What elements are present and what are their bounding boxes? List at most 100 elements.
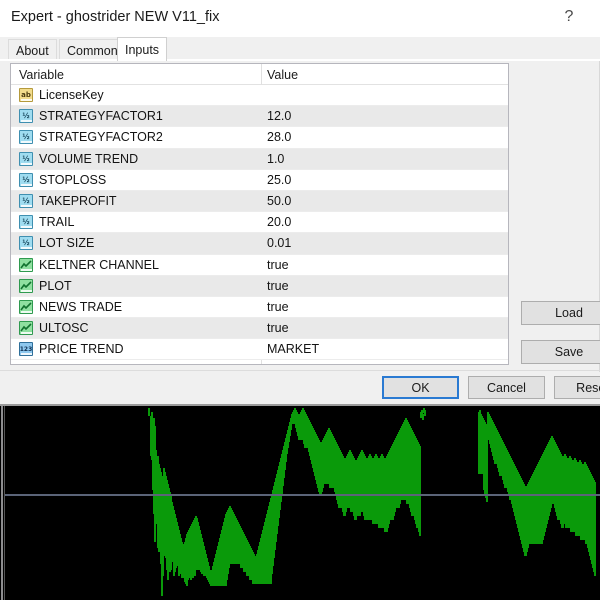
variable-name: STOPLOSS [39, 172, 107, 187]
value-cell[interactable]: 25.0 [267, 170, 291, 190]
value-cell[interactable]: 0.01 [267, 233, 291, 253]
number-type-icon: ½ [19, 151, 33, 166]
variable-name: LOT SIZE [39, 236, 95, 251]
tab-label: About [16, 43, 49, 58]
number-type-icon: ½ [19, 130, 33, 145]
variable-name: PRICE TREND [39, 342, 124, 357]
chart-bar [419, 446, 421, 536]
icon-nub [21, 332, 32, 335]
value-cell[interactable]: 20.0 [267, 212, 291, 232]
icon-nub [21, 226, 32, 229]
icon-nub [21, 162, 32, 165]
chart-bar [148, 408, 150, 416]
variable-name: TRAIL [39, 215, 75, 230]
value-cell[interactable]: true [267, 318, 289, 338]
number-type-icon: ½ [19, 109, 33, 124]
chart-level-line [5, 494, 600, 496]
table-row[interactable]: PLOT true [11, 275, 508, 297]
table-row[interactable]: KELTNER CHANNEL true [11, 254, 508, 276]
variable-name: TAKEPROFIT [39, 194, 117, 209]
icon-nub [21, 289, 32, 292]
value-cell[interactable]: 50.0 [267, 191, 291, 211]
expert-properties-dialog: Expert - ghostrider NEW V11_fix ? About C… [0, 0, 600, 404]
table-row[interactable]: ½ LOT SIZE 0.01 [11, 233, 508, 255]
table-row[interactable]: NEWS TRADE true [11, 296, 508, 319]
value-cell[interactable]: 1.0 [267, 149, 284, 169]
tab-common[interactable]: Common [59, 39, 126, 61]
table-row[interactable]: 123 PRICE TREND MARKET [11, 339, 508, 361]
number-type-icon: ½ [19, 194, 33, 209]
boolean-type-icon [19, 278, 33, 293]
table-row[interactable]: ULTOSC true [11, 318, 508, 340]
icon-nub [21, 183, 32, 186]
value-cell[interactable]: true [267, 276, 289, 296]
variable-cell: ab LicenseKey [19, 85, 104, 105]
icon-nub [21, 99, 32, 102]
column-header-value: Value [267, 68, 299, 82]
value-cell[interactable]: MARKET [267, 339, 319, 359]
icon-nub [21, 120, 32, 123]
chart-bar [424, 410, 426, 416]
chart-bar [594, 482, 596, 576]
ok-button[interactable]: OK [382, 376, 459, 399]
dialog-titlebar: Expert - ghostrider NEW V11_fix ? [0, 0, 600, 37]
mt4-chart-window[interactable] [0, 404, 600, 600]
table-body: ab LicenseKey ½ STRATEGYFACTOR1 12.0 ½ STRATEG… [11, 85, 508, 361]
string-type-icon: ab [19, 88, 33, 103]
tab-label: Common [67, 43, 118, 58]
icon-nub [21, 310, 32, 313]
enum-type-icon: 123 [19, 342, 33, 357]
load-button[interactable]: Load [521, 301, 600, 325]
table-row[interactable]: ½ STRATEGYFACTOR2 28.0 [11, 127, 508, 149]
icon-nub [21, 268, 32, 271]
variable-name: NEWS TRADE [39, 299, 123, 314]
icon-nub [21, 205, 32, 208]
variable-cell: PLOT [19, 276, 72, 296]
screen: Expert - ghostrider NEW V11_fix ? About C… [0, 0, 600, 600]
variable-cell: ½ STRATEGYFACTOR2 [19, 127, 163, 147]
table-row[interactable]: ½ TRAIL 20.0 [11, 212, 508, 234]
table-row[interactable]: ab LicenseKey [11, 85, 508, 107]
variable-name: STRATEGYFACTOR2 [39, 130, 163, 145]
chart-plot-area[interactable] [5, 406, 600, 600]
table-row[interactable]: ½ TAKEPROFIT 50.0 [11, 190, 508, 213]
tab-inputs[interactable]: Inputs [117, 37, 168, 61]
reset-button[interactable]: Reset [554, 376, 600, 399]
variable-cell: ½ STOPLOSS [19, 170, 106, 190]
value-cell[interactable]: 12.0 [267, 106, 291, 126]
number-type-icon: ½ [19, 172, 33, 187]
tab-about[interactable]: About [8, 39, 57, 61]
footer-separator [0, 370, 600, 371]
icon-nub [21, 247, 32, 250]
chart-left-border-outer [1, 406, 3, 600]
tab-bar: About Common Inputs [0, 37, 600, 61]
tab-underline [0, 59, 600, 61]
number-type-icon: ½ [19, 215, 33, 230]
variable-cell: NEWS TRADE [19, 297, 122, 317]
boolean-type-icon [19, 299, 33, 314]
value-cell[interactable]: 28.0 [267, 127, 291, 147]
table-row[interactable]: ½ STRATEGYFACTOR1 12.0 [11, 106, 508, 128]
value-cell[interactable]: true [267, 297, 289, 317]
cancel-button[interactable]: Cancel [468, 376, 545, 399]
table-row[interactable]: ½ VOLUME TREND 1.0 [11, 148, 508, 170]
variable-cell: ½ VOLUME TREND [19, 149, 138, 169]
variable-name: STRATEGYFACTOR1 [39, 109, 163, 124]
variable-name: VOLUME TREND [39, 151, 139, 166]
icon-nub [21, 141, 32, 144]
value-cell[interactable]: true [267, 255, 289, 275]
column-header-variable: Variable [19, 68, 64, 82]
variable-name: ULTOSC [39, 321, 89, 336]
variable-cell: ½ TAKEPROFIT [19, 191, 117, 211]
question-mark-icon[interactable]: ? [556, 4, 582, 30]
variable-cell: ½ LOT SIZE [19, 233, 94, 253]
variable-cell: 123 PRICE TREND [19, 339, 124, 359]
inputs-table[interactable]: Variable Value ab LicenseKey ½ STRATEGYFACT… [10, 63, 509, 365]
dialog-title: Expert - ghostrider NEW V11_fix [11, 9, 220, 25]
table-row[interactable]: ½ STOPLOSS 25.0 [11, 169, 508, 191]
number-type-icon: ½ [19, 236, 33, 251]
variable-cell: ULTOSC [19, 318, 89, 338]
boolean-type-icon [19, 257, 33, 272]
table-header-row: Variable Value [11, 64, 508, 85]
save-button[interactable]: Save [521, 340, 600, 364]
